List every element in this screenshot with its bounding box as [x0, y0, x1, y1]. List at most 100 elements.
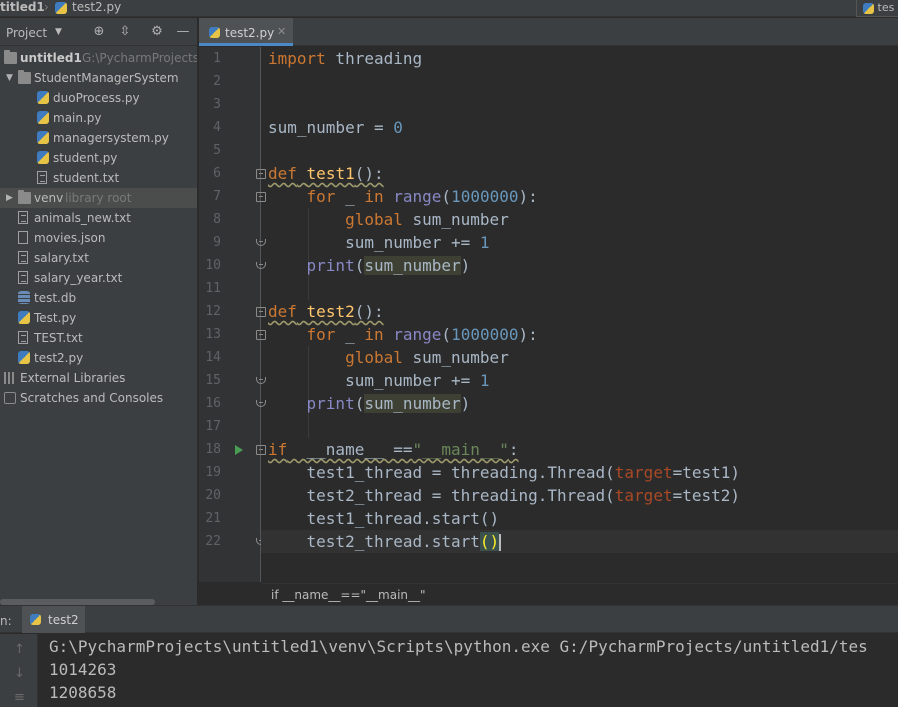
- tree-item[interactable]: External Libraries: [0, 368, 197, 388]
- tab-test2-py[interactable]: test2.py ✕: [199, 18, 293, 46]
- code-breadcrumb[interactable]: if __name__=="__main__": [271, 588, 426, 602]
- text-file-icon: [18, 211, 28, 224]
- folder-icon: [18, 190, 31, 204]
- tree-item-label: test2.py: [34, 351, 84, 365]
- code-line-22: test2_thread.start(): [261, 530, 898, 553]
- soft-wrap-icon[interactable]: ≡: [14, 690, 25, 705]
- python-file-icon: [37, 131, 49, 144]
- database-file-icon: [18, 291, 30, 304]
- folder-icon: [4, 50, 17, 64]
- python-file-icon: [18, 311, 30, 324]
- tree-item[interactable]: main.py: [0, 108, 197, 128]
- tree-item[interactable]: salary_year.txt: [0, 268, 197, 288]
- line-number: 10: [205, 258, 221, 273]
- tree-item-label: StudentManagerSystem: [34, 71, 179, 85]
- tree-item[interactable]: student.txt: [0, 168, 197, 188]
- tree-item[interactable]: test2.py: [0, 348, 197, 368]
- tree-item[interactable]: duoProcess.py: [0, 88, 197, 108]
- line-number: 2: [213, 74, 221, 89]
- chevron-right-icon[interactable]: ▶: [6, 188, 16, 208]
- gear-icon[interactable]: ⚙: [149, 24, 165, 40]
- line-number-gutter[interactable]: 1 2 3 4 5 6 7 8 9 10 11 12 13 14 15 16 17 18 19 20 21 22: [199, 47, 286, 582]
- run-tab-test2[interactable]: test2: [22, 606, 85, 633]
- project-view-selector[interactable]: Project: [6, 26, 47, 40]
- tab-label: test2.py: [225, 26, 275, 40]
- locate-target-icon[interactable]: ⊕: [91, 24, 107, 40]
- breadcrumb-file[interactable]: test2.py: [72, 0, 121, 16]
- tree-item[interactable]: Test.py: [0, 308, 197, 328]
- collapse-all-icon[interactable]: ⇳: [117, 24, 133, 40]
- text-file-icon: [18, 331, 28, 344]
- line-number: 11: [205, 281, 221, 296]
- tree-item[interactable]: ▼ StudentManagerSystem: [0, 68, 197, 88]
- tree-item-hint: G:\PycharmProjects\: [82, 51, 198, 65]
- tree-item-label: animals_new.txt: [34, 211, 131, 225]
- python-file-icon: [209, 27, 220, 38]
- line-number: 6: [213, 166, 221, 181]
- tree-item-label: TEST.txt: [34, 331, 83, 345]
- tree-item[interactable]: managersystem.py: [0, 128, 197, 148]
- close-icon[interactable]: ✕: [277, 25, 286, 38]
- line-number: 7: [213, 189, 221, 204]
- tree-item-label: main.py: [53, 111, 102, 125]
- right-tab-label: tes: [877, 1, 895, 14]
- run-header: n: test2: [0, 606, 898, 633]
- line-number: 4: [213, 120, 221, 135]
- hide-panel-icon[interactable]: —: [175, 24, 191, 40]
- arrow-up-icon[interactable]: ↑: [14, 642, 25, 657]
- tree-item[interactable]: test.db: [0, 288, 197, 308]
- tree-item-label: test.db: [34, 291, 77, 305]
- json-file-icon: [18, 231, 28, 244]
- code-line-18: if __name__ =="__main__":: [268, 440, 519, 459]
- code-line-12: def test2():: [268, 302, 384, 321]
- code-breadcrumb-bar[interactable]: if __name__=="__main__": [261, 583, 898, 605]
- code-line-9: sum_number += 1: [268, 233, 490, 252]
- tree-item[interactable]: salary.txt: [0, 248, 197, 268]
- line-number: 1: [213, 51, 221, 66]
- editor-tab-bar: test2.py ✕: [199, 18, 898, 46]
- line-number: 12: [205, 304, 221, 319]
- code-line-20: test2_thread = threading.Thread(target=t…: [268, 486, 741, 505]
- python-file-icon: [37, 91, 49, 104]
- line-number: 16: [205, 396, 221, 411]
- tree-item-label: salary_year.txt: [34, 271, 123, 285]
- navigation-bar: titled1 › test2.py tes: [0, 0, 898, 17]
- tree-item[interactable]: Scratches and Consoles: [0, 388, 197, 408]
- python-file-icon: [37, 151, 49, 164]
- line-number: 19: [205, 465, 221, 480]
- chevron-down-icon[interactable]: ▼: [55, 27, 62, 37]
- run-panel-label: n:: [0, 614, 12, 628]
- tree-item-label: External Libraries: [20, 371, 126, 385]
- tree-item[interactable]: ▶ venv library root: [0, 188, 197, 208]
- tree-item-hint: library root: [65, 191, 132, 205]
- python-file-icon: [55, 2, 67, 14]
- run-icon[interactable]: [235, 445, 243, 455]
- code-line-8: global sum_number: [345, 210, 509, 229]
- breadcrumb-separator: ›: [44, 0, 49, 14]
- line-number: 14: [205, 350, 221, 365]
- code-line-21: test1_thread.start(): [268, 509, 500, 528]
- tree-item[interactable]: TEST.txt: [0, 328, 197, 348]
- console-output-line: G:\PycharmProjects\untitled1\venv\Script…: [49, 637, 868, 656]
- tree-item[interactable]: movies.json: [0, 228, 197, 248]
- tree-item[interactable]: animals_new.txt: [0, 208, 197, 228]
- scratches-icon: [4, 392, 16, 404]
- code-editor[interactable]: import threading sum_number = 0 def test…: [261, 47, 898, 582]
- breadcrumb-project[interactable]: titled1: [0, 0, 45, 16]
- chevron-down-icon[interactable]: ▼: [6, 68, 16, 88]
- arrow-down-icon[interactable]: ↓: [14, 666, 25, 681]
- editor-area: test2.py ✕ 1 2 3 4 5 6 7 8 9 10 11 12 13 14 15 16 17 18 19…: [199, 18, 898, 605]
- libraries-icon: [4, 372, 16, 384]
- text-file-icon: [37, 171, 47, 184]
- text-caret: [499, 534, 502, 551]
- tree-item[interactable]: untitled1 G:\PycharmProjects\: [0, 48, 198, 68]
- console-output-line: 1014263: [49, 660, 117, 679]
- tree-item[interactable]: student.py: [0, 148, 197, 168]
- code-line-15: sum_number += 1: [268, 371, 490, 390]
- right-tab-stub[interactable]: tes: [856, 0, 898, 17]
- code-line-7: for _ in range(1000000):: [306, 187, 538, 206]
